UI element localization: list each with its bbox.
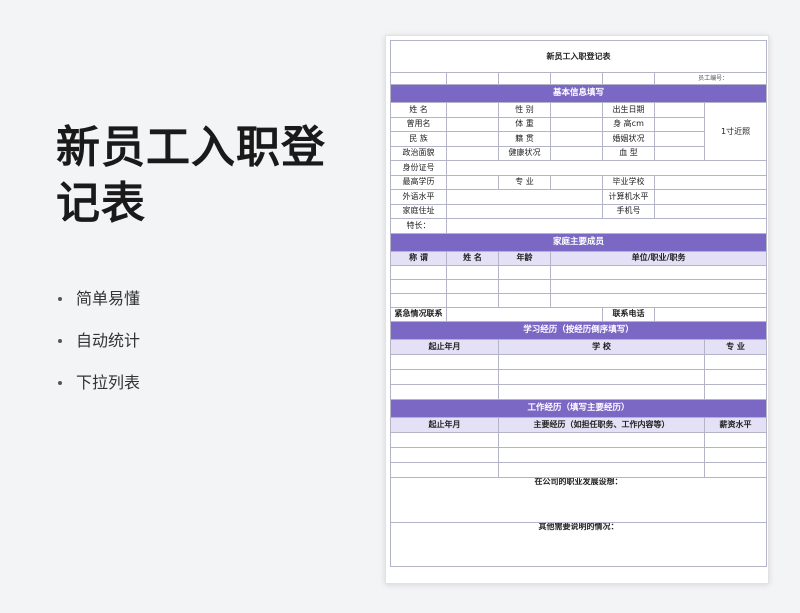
field-marital[interactable] <box>654 131 705 147</box>
label-contact-phone: 联系电话 <box>602 306 655 322</box>
field-political[interactable] <box>446 145 499 161</box>
header-member-name: 姓 名 <box>446 250 499 266</box>
label-address: 家庭住址 <box>390 203 447 219</box>
field-ethnicity[interactable] <box>446 131 499 147</box>
header-study-period: 起止年月 <box>390 338 499 355</box>
label-mobile: 手机号 <box>602 203 655 219</box>
table-row <box>390 383 768 400</box>
label-emergency-contact: 紧急情况联系 <box>390 306 447 322</box>
label-height: 身 高cm <box>602 116 655 132</box>
table-row <box>390 368 768 385</box>
section-family: 家庭主要成员 <box>389 232 768 252</box>
field-school[interactable] <box>653 174 768 190</box>
field-language[interactable] <box>446 189 603 205</box>
label-marital: 婚姻状况 <box>602 131 655 147</box>
field-id-no[interactable] <box>445 160 768 176</box>
field-height[interactable] <box>654 116 705 132</box>
field-contact-phone[interactable] <box>653 306 768 322</box>
header-salary: 薪资水平 <box>703 416 768 433</box>
feature-item: 下拉列表 <box>56 369 140 411</box>
employee-no-label: 员工编号： <box>653 72 768 85</box>
career-plan-field[interactable]: 在公司的职业发展设想： <box>389 476 768 523</box>
field-major[interactable] <box>550 174 603 190</box>
field-address[interactable] <box>446 203 603 219</box>
field-weight[interactable] <box>550 116 603 132</box>
table-row <box>390 278 768 294</box>
field-former-name[interactable] <box>446 116 499 132</box>
label-major: 专 业 <box>498 174 551 190</box>
field-specialty[interactable] <box>445 218 768 234</box>
registration-form: 新员工入职登记表 员工编号： 基本信息填写 姓 名 性 别 出生日期 1寸近照 … <box>389 40 768 567</box>
label-education: 最高学历 <box>390 174 447 190</box>
header-employer: 单位/职业/职务 <box>549 250 768 266</box>
form-title: 新员工入职登记表 <box>389 40 768 73</box>
table-row <box>390 353 768 370</box>
label-ethnicity: 民 族 <box>390 131 447 147</box>
other-notes-field[interactable]: 其他需要说明的情况： <box>389 521 768 567</box>
label-computer: 计算机水平 <box>602 189 655 205</box>
label-school: 毕业学校 <box>602 174 655 190</box>
header-age: 年龄 <box>498 250 551 266</box>
label-gender: 性 别 <box>498 102 551 118</box>
header-school: 学 校 <box>498 338 705 355</box>
table-row <box>390 264 768 280</box>
field-mobile[interactable] <box>653 203 768 219</box>
photo-box[interactable]: 1寸近照 <box>703 102 768 161</box>
table-row <box>390 461 768 478</box>
label-language: 外语水平 <box>390 189 447 205</box>
label-birth: 出生日期 <box>602 102 655 118</box>
label-weight: 体 重 <box>498 116 551 132</box>
table-row <box>390 292 768 308</box>
header-work-period: 起止年月 <box>390 416 499 433</box>
table-row <box>390 431 768 448</box>
section-basic-info: 基本信息填写 <box>389 84 768 103</box>
section-study: 学习经历（按经历倒序填写） <box>389 320 768 340</box>
label-health: 健康状况 <box>498 145 551 161</box>
field-name[interactable] <box>446 102 499 118</box>
label-former-name: 曾用名 <box>390 116 447 132</box>
field-education[interactable] <box>446 174 499 190</box>
header-relation: 称 谓 <box>390 250 447 266</box>
feature-list: 简单易懂 自动统计 下拉列表 <box>56 285 140 411</box>
feature-item: 自动统计 <box>56 327 140 369</box>
field-blood[interactable] <box>654 145 705 161</box>
field-gender[interactable] <box>550 102 603 118</box>
label-id-no: 身份证号 <box>390 160 447 176</box>
field-birth[interactable] <box>654 102 705 118</box>
field-native-place[interactable] <box>550 131 603 147</box>
label-political: 政治面貌 <box>390 145 447 161</box>
header-work-experience: 主要经历（如担任职务、工作内容等） <box>498 416 705 433</box>
field-emergency-contact[interactable] <box>446 306 603 322</box>
promo-title: 新员工入职登记表 <box>56 122 326 229</box>
field-computer[interactable] <box>653 189 768 205</box>
table-row <box>390 446 768 463</box>
label-name: 姓 名 <box>390 102 447 118</box>
form-preview: 新员工入职登记表 员工编号： 基本信息填写 姓 名 性 别 出生日期 1寸近照 … <box>385 35 769 584</box>
label-blood: 血 型 <box>602 145 655 161</box>
label-native-place: 籍 贯 <box>498 131 551 147</box>
section-work: 工作经历（填写主要经历） <box>389 398 768 418</box>
label-specialty: 特长： <box>390 218 447 234</box>
feature-item: 简单易懂 <box>56 285 140 327</box>
header-study-major: 专 业 <box>703 338 768 355</box>
field-health[interactable] <box>550 145 603 161</box>
